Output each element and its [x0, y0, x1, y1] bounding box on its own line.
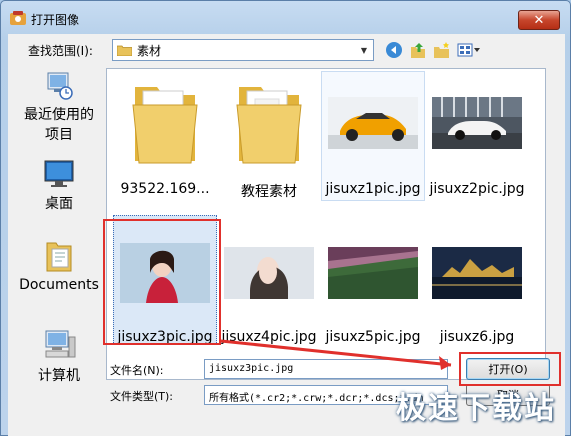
- open-image-dialog: 打开图像 ✕ 查找范围(I): 素材 ▼ 最近使用的 项目 桌面 Documen…: [0, 0, 571, 436]
- up-folder-icon: [411, 43, 425, 58]
- up-folder-button[interactable]: [408, 40, 428, 60]
- place-computer[interactable]: 计算机: [14, 329, 104, 385]
- place-recent[interactable]: 最近使用的 项目: [14, 71, 104, 145]
- lookin-dropdown[interactable]: 素材 ▼: [112, 39, 374, 61]
- window-title: 打开图像: [31, 13, 80, 27]
- nav-toolbar: [384, 40, 482, 60]
- filetype-label: 文件类型(T):: [110, 390, 174, 403]
- new-folder-button[interactable]: [432, 40, 452, 60]
- file-name: jisuxz2pic.jpg: [429, 181, 525, 197]
- place-label: 计算机: [38, 368, 80, 384]
- documents-icon: [46, 242, 72, 272]
- highlight-box-open: [459, 352, 561, 386]
- image-thumbnail: [431, 227, 523, 319]
- image-thumbnail: [327, 227, 419, 319]
- folder-icon: [117, 45, 132, 56]
- image-thumbnail: [431, 77, 523, 169]
- desktop-icon: [44, 160, 74, 187]
- app-icon: [10, 11, 26, 25]
- lookin-value: 素材: [137, 43, 162, 58]
- annotation-arrow-icon: [220, 339, 452, 370]
- back-button[interactable]: [384, 40, 404, 60]
- back-arrow-icon: [386, 42, 402, 58]
- recent-icon: [47, 72, 73, 100]
- chevron-down-icon[interactable]: ▼: [355, 40, 373, 60]
- place-label: 桌面: [45, 196, 73, 212]
- place-documents[interactable]: Documents: [14, 239, 104, 293]
- places-bar: 最近使用的 项目 桌面 Documents 计算机: [14, 67, 104, 436]
- view-menu-button[interactable]: [456, 40, 482, 60]
- image-thumbnail: [327, 77, 419, 169]
- place-label: 最近使用的 项目: [24, 107, 94, 143]
- new-folder-icon: [434, 42, 449, 58]
- lookin-label: 查找范围(I):: [28, 44, 93, 58]
- folder-icon: [119, 77, 211, 169]
- view-menu-icon: [457, 43, 480, 57]
- title-bar[interactable]: 打开图像 ✕: [1, 1, 570, 35]
- file-name: jisuxz1pic.jpg: [325, 181, 421, 197]
- folder-icon: [223, 77, 315, 169]
- filename-label: 文件名(N):: [110, 364, 164, 377]
- close-button[interactable]: ✕: [518, 10, 560, 30]
- computer-icon: [45, 330, 76, 358]
- image-thumbnail: [223, 227, 315, 319]
- file-name: 教程素材: [241, 184, 297, 200]
- file-name: 93522.169...: [120, 181, 210, 197]
- highlight-box-file: [103, 219, 221, 345]
- place-desktop[interactable]: 桌面: [14, 159, 104, 213]
- watermark: 极速下载站: [396, 391, 556, 426]
- place-label: Documents: [19, 277, 99, 293]
